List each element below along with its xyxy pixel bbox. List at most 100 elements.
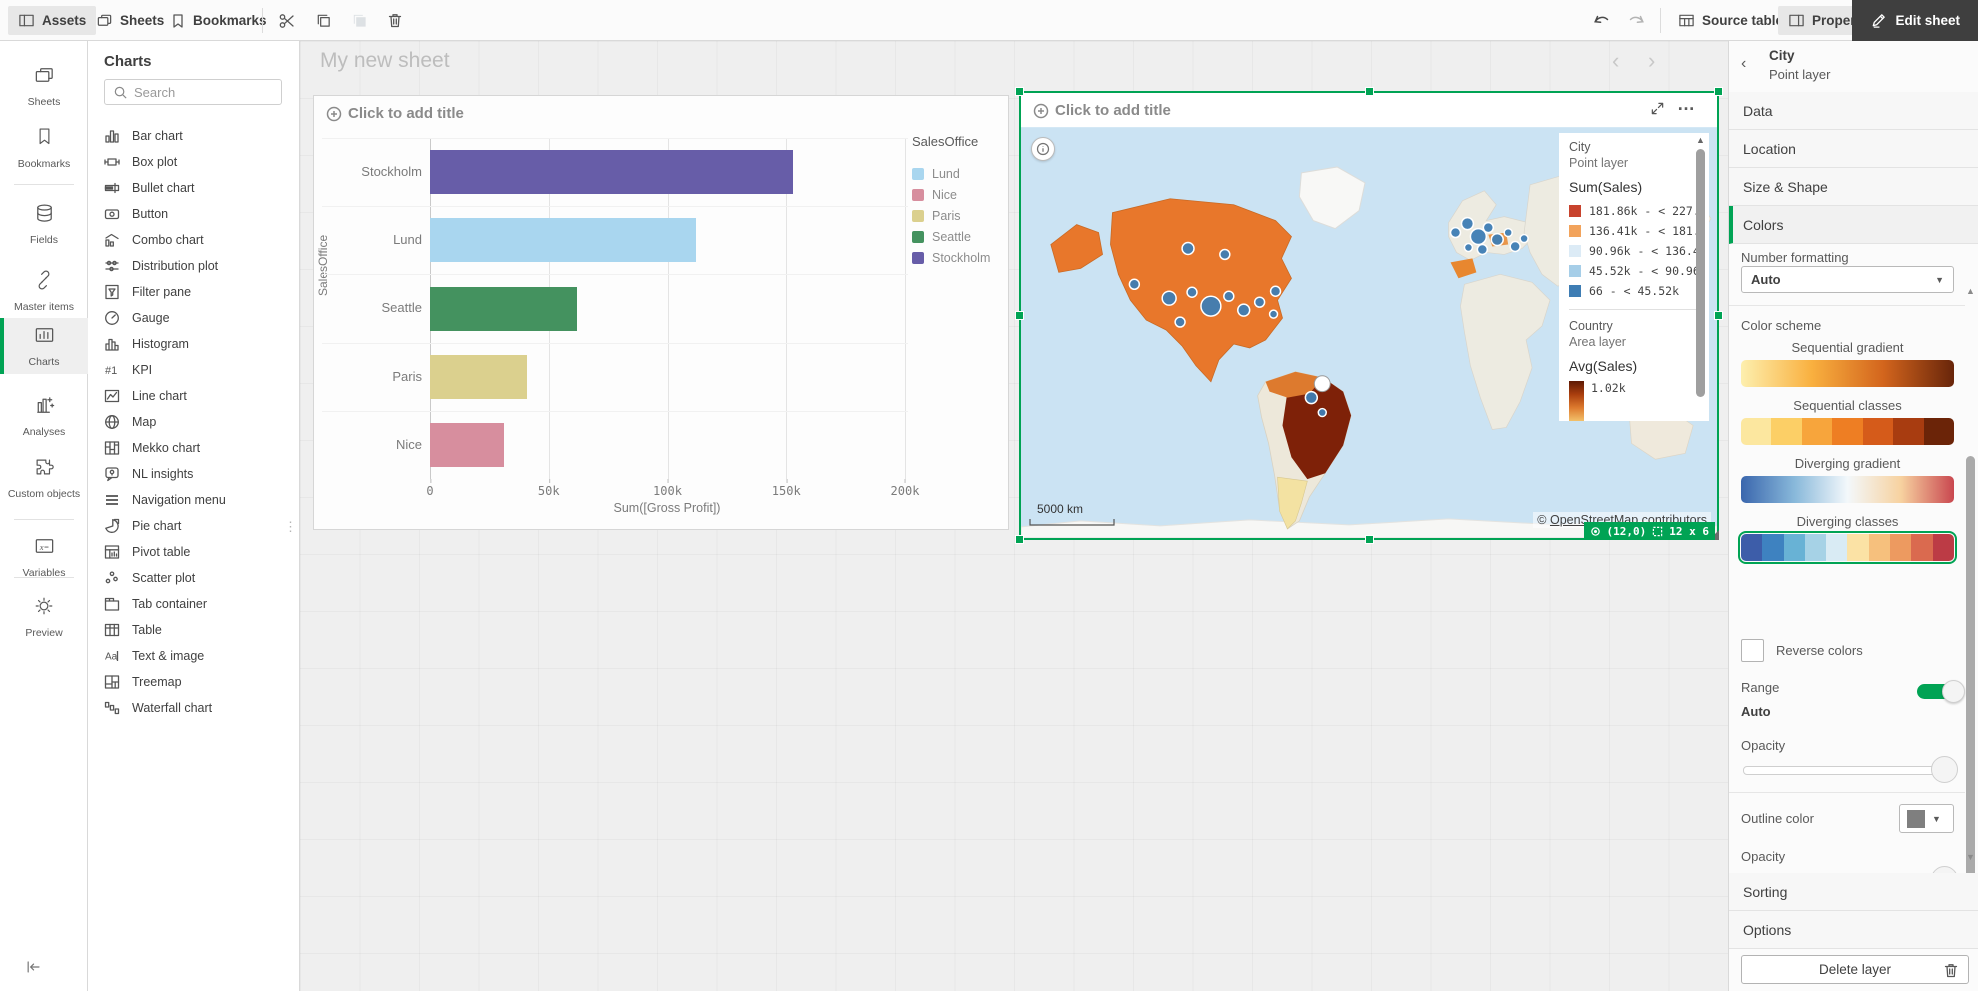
source-table-button[interactable]: Source table [1668, 6, 1793, 35]
chart-type-item-scatter-plot[interactable]: Scatter plot [88, 565, 300, 591]
legend-item[interactable]: Paris [912, 205, 1006, 226]
bar-chart-object[interactable]: Click to add title SalesOffice Stockholm… [313, 95, 1009, 530]
city-point[interactable] [1255, 297, 1265, 307]
redo-button[interactable] [1622, 6, 1652, 35]
map-title-placeholder[interactable]: Click to add title [1033, 102, 1171, 119]
more-options-icon[interactable]: … [1677, 94, 1695, 115]
bar-stockholm[interactable] [430, 150, 793, 194]
city-point[interactable] [1491, 234, 1503, 246]
map-info-button[interactable] [1031, 137, 1055, 161]
chart-type-item-bar-chart[interactable]: Bar chart [88, 123, 300, 149]
chart-type-item-waterfall-chart[interactable]: Waterfall chart [88, 695, 300, 721]
city-point[interactable] [1451, 228, 1461, 238]
bar-seattle[interactable] [430, 287, 577, 331]
resize-handle-w[interactable] [1015, 311, 1024, 320]
legend-item[interactable]: Seattle [912, 226, 1006, 247]
sidebar-item-sheets[interactable]: Sheets [0, 58, 88, 114]
next-sheet-chevron[interactable]: › [1648, 47, 1655, 75]
city-point[interactable] [1182, 243, 1194, 255]
scroll-thumb[interactable] [1696, 149, 1705, 397]
color-scheme-swatch[interactable] [1741, 418, 1954, 445]
chart-type-item-line-chart[interactable]: Line chart [88, 383, 300, 409]
legend-scrollbar[interactable]: ▲ [1695, 135, 1706, 417]
city-point[interactable] [1175, 317, 1185, 327]
section-data[interactable]: Data [1729, 92, 1978, 130]
collapse-rail-button[interactable] [24, 957, 44, 977]
city-point[interactable] [1129, 279, 1139, 289]
color-scheme-swatch[interactable] [1741, 360, 1954, 387]
legend-item[interactable]: Lund [912, 163, 1006, 184]
chart-type-item-treemap[interactable]: Treemap [88, 669, 300, 695]
sheet-canvas[interactable]: My new sheet ‹ › Click to add title Sale… [300, 41, 1728, 991]
chart-type-item-box-plot[interactable]: Box plot [88, 149, 300, 175]
fullscreen-icon[interactable] [1650, 101, 1665, 116]
resize-handle-e[interactable] [1714, 311, 1723, 320]
map-canvas[interactable]: City Point layer Sum(Sales) 181.86k - < … [1021, 127, 1717, 538]
properties-scrollbar[interactable]: ▲ ▼ [1965, 244, 1976, 873]
section-options[interactable]: Options [1729, 911, 1978, 949]
bar-chart-title-placeholder[interactable]: Click to add title [326, 105, 464, 122]
bar-lund[interactable] [430, 218, 696, 262]
sidebar-item-bookmarks[interactable]: Bookmarks [0, 120, 88, 176]
city-point[interactable] [1520, 235, 1528, 243]
section-colors[interactable]: Colors [1729, 206, 1978, 244]
chart-type-item-histogram[interactable]: Histogram [88, 331, 300, 357]
city-point[interactable] [1201, 296, 1221, 316]
sidebar-item-charts[interactable]: Charts [0, 318, 88, 374]
city-point[interactable] [1461, 218, 1473, 230]
chart-type-item-pie-chart[interactable]: Pie chart [88, 513, 300, 539]
range-toggle[interactable] [1917, 684, 1955, 699]
undo-button[interactable] [1586, 6, 1616, 35]
city-point[interactable] [1305, 392, 1317, 404]
cut-button[interactable] [272, 6, 302, 35]
section-size-shape[interactable]: Size & Shape [1729, 168, 1978, 206]
chart-type-item-table[interactable]: Table [88, 617, 300, 643]
section-location[interactable]: Location [1729, 130, 1978, 168]
bookmarks-tab[interactable]: Bookmarks [160, 6, 277, 35]
sidebar-item-custom-objects[interactable]: Custom objects [0, 450, 88, 506]
edit-sheet-button[interactable]: Edit sheet [1852, 0, 1978, 41]
city-point-highlighted[interactable] [1314, 376, 1330, 392]
city-point[interactable] [1318, 409, 1326, 417]
chart-type-item-pivot-table[interactable]: Pivot table [88, 539, 300, 565]
legend-item[interactable]: Stockholm [912, 247, 1006, 268]
chart-type-item-combo-chart[interactable]: Combo chart [88, 227, 300, 253]
delete-button[interactable] [380, 6, 410, 35]
chart-type-item-mekko-chart[interactable]: Mekko chart [88, 435, 300, 461]
city-point[interactable] [1477, 245, 1487, 255]
resize-handle-nw[interactable] [1015, 87, 1024, 96]
chart-type-item-tab-container[interactable]: Tab container [88, 591, 300, 617]
city-point[interactable] [1162, 291, 1176, 305]
color-scheme-swatch[interactable] [1741, 534, 1954, 561]
slider-knob[interactable] [1931, 866, 1958, 873]
city-point[interactable] [1504, 229, 1512, 237]
panel-resize-handle[interactable]: ⋮ [284, 519, 297, 535]
scroll-up-arrow[interactable]: ▲ [1695, 135, 1706, 145]
chart-type-item-text-image[interactable]: Aa Text & image [88, 643, 300, 669]
sidebar-item-fields[interactable]: Fields [0, 196, 88, 252]
color-scheme-swatch[interactable] [1741, 476, 1954, 503]
scroll-down-arrow[interactable]: ▼ [1965, 852, 1976, 862]
sheet-title[interactable]: My new sheet [320, 49, 450, 73]
section-sorting[interactable]: Sorting [1729, 873, 1978, 911]
outline-color-dropdown[interactable]: ▼ [1899, 804, 1954, 833]
bar-nice[interactable] [430, 423, 504, 467]
city-point[interactable] [1224, 291, 1234, 301]
chart-type-item-bullet-chart[interactable]: Bullet chart [88, 175, 300, 201]
sidebar-item-preview[interactable]: Preview [0, 589, 88, 645]
slider-knob[interactable] [1931, 756, 1958, 783]
number-formatting-dropdown[interactable]: Auto ▼ [1741, 266, 1954, 293]
chart-type-item-distribution-plot[interactable]: Distribution plot [88, 253, 300, 279]
city-point[interactable] [1464, 244, 1472, 252]
back-chevron-icon[interactable]: ‹ [1741, 55, 1746, 73]
sidebar-item-analyses[interactable]: Analyses [0, 388, 88, 444]
scroll-up-arrow[interactable]: ▲ [1965, 286, 1976, 296]
scroll-thumb[interactable] [1966, 456, 1975, 886]
chart-type-item-map[interactable]: Map [88, 409, 300, 435]
resize-handle-ne[interactable] [1714, 87, 1723, 96]
resize-handle-sw[interactable] [1015, 535, 1024, 544]
chart-type-item-nl-insights[interactable]: NL insights [88, 461, 300, 487]
sidebar-item-master-items[interactable]: Master items [0, 263, 88, 319]
paste-button[interactable] [344, 6, 374, 35]
chart-type-item-filter-pane[interactable]: Filter pane [88, 279, 300, 305]
